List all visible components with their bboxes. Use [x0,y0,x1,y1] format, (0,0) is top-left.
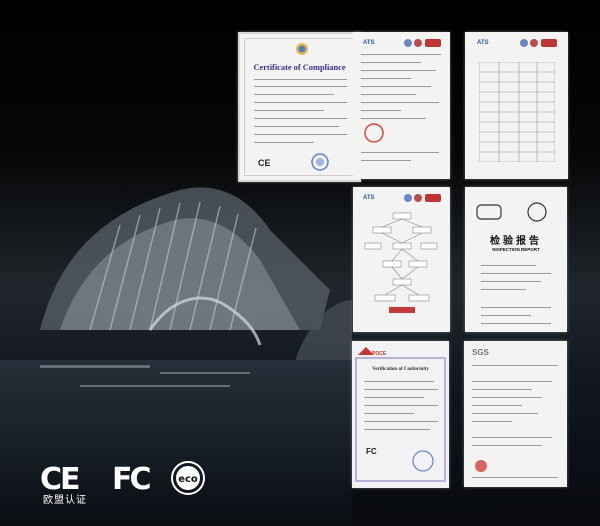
accreditation-logos-icon [520,39,557,47]
inspection-report: 检验报告 INSPECTION REPORT [465,187,567,332]
report-title-en: INSPECTION REPORT [492,247,540,252]
blue-stamp-icon [412,450,434,472]
accreditation-logos-icon [404,39,441,47]
blue-stamp-icon [311,153,329,171]
sgs-logo: SGS [472,348,489,357]
eco-badge-icon: eco [171,461,205,495]
red-stamp-icon [475,460,487,472]
report-title-cn: 检验报告 [490,236,542,247]
ats-test-report-page-3: ATS [353,187,450,332]
certificate-title: Certificate of Compliance [253,63,346,72]
certificate-seal-icon [296,43,308,55]
accreditation-logos-icon [404,194,441,202]
ats-logo: ATS [477,40,489,46]
ce-mark: CE [258,158,271,168]
red-stamp-icon [364,123,384,143]
sgs-test-report: SGS [464,341,567,487]
ce-caption: 欧盟认证 [43,495,87,506]
verification-of-conformity: POCE Verification of Conformity FC [352,341,449,488]
poce-logo-icon: POCE [358,347,386,357]
ats-test-report-page-1: ATS [353,32,450,179]
ats-logo: ATS [363,195,375,201]
fcc-logo: FC [112,462,151,497]
data-table [479,62,555,162]
certificates-banner: Certificate of Compliance CE ATS ATS ATS… [0,0,600,526]
ats-test-report-page-2: ATS [465,32,568,179]
fcc-mark: FC [366,447,377,456]
eco-logo: eco [170,460,206,496]
test-flow-diagram [364,212,438,313]
eco-text: eco [178,474,198,485]
ats-logo: ATS [363,40,375,46]
certificate-of-compliance: Certificate of Compliance CE [238,32,361,182]
cma-cal-logos-icon [476,202,547,222]
verification-title: Verification of Conformity [372,367,429,372]
